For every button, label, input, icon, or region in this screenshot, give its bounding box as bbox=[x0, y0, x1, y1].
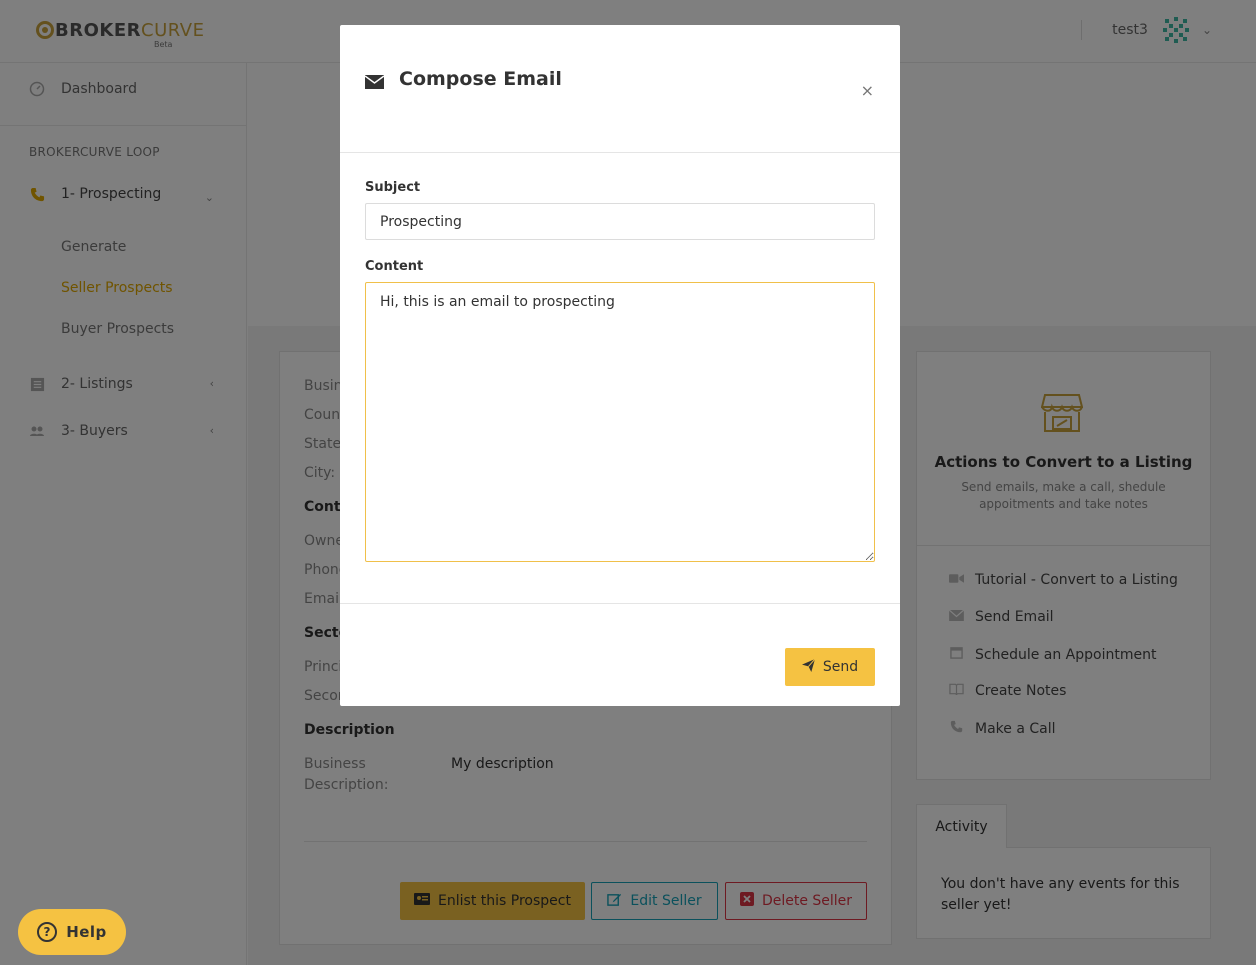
modal-title-text: Compose Email bbox=[399, 68, 562, 90]
close-icon[interactable]: × bbox=[861, 81, 874, 100]
compose-email-modal: Compose Email × Subject Content Hi, this… bbox=[340, 25, 900, 706]
send-button[interactable]: Send bbox=[785, 648, 875, 686]
content-label: Content bbox=[365, 259, 424, 274]
envelope-icon bbox=[364, 72, 385, 89]
modal-header: Compose Email × bbox=[340, 25, 900, 153]
subject-input[interactable] bbox=[365, 203, 875, 240]
modal-footer-divider bbox=[340, 603, 900, 604]
subject-label: Subject bbox=[365, 180, 421, 195]
question-icon: ? bbox=[37, 922, 58, 942]
help-button[interactable]: ? Help bbox=[18, 909, 126, 955]
modal-title: Compose Email bbox=[364, 68, 562, 90]
content-textarea[interactable]: Hi, this is an email to prospecting bbox=[365, 282, 875, 562]
send-button-label: Send bbox=[822, 659, 859, 675]
paper-plane-icon bbox=[801, 658, 816, 675]
help-label: Help bbox=[66, 923, 107, 941]
